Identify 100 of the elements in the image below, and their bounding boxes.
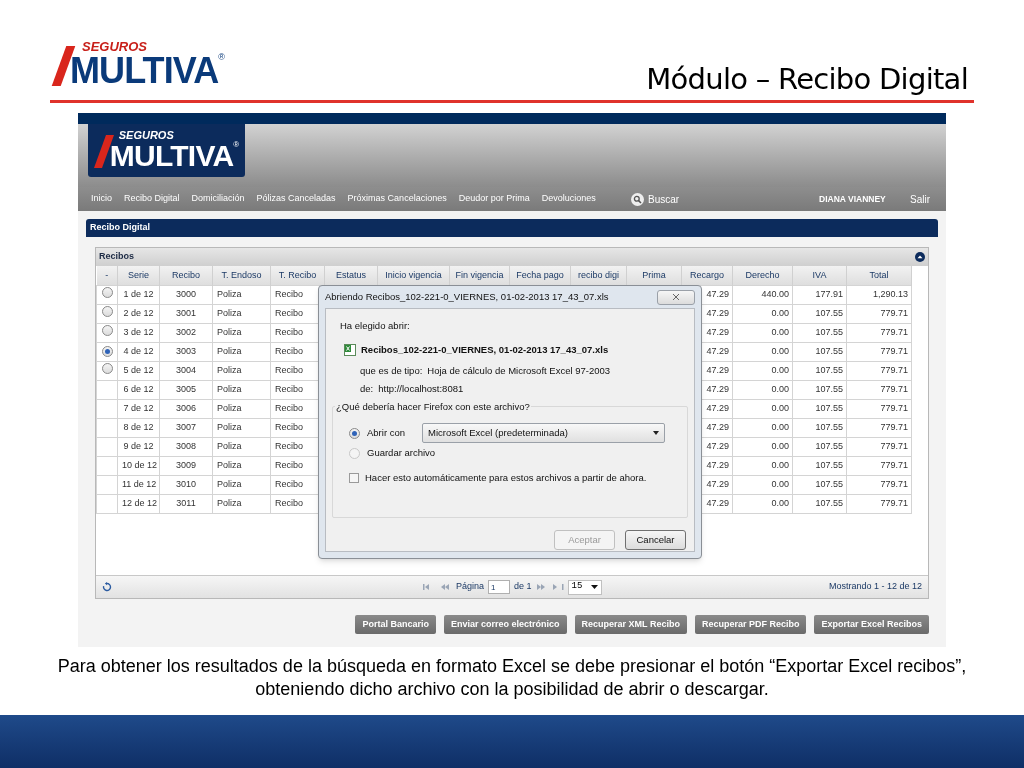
table-cell: 3 de 12 [117, 323, 160, 342]
nav-link[interactable]: Inicio [91, 192, 112, 206]
application-select[interactable]: Microsoft Excel (predeterminada) [422, 423, 665, 443]
caret-icon [590, 585, 598, 589]
column-header[interactable]: Inicio vigencia [385, 269, 442, 280]
table-cell: 0.00 [732, 418, 793, 437]
radio-button[interactable] [101, 362, 113, 374]
last-page-icon[interactable] [551, 583, 564, 591]
collapse-icon[interactable] [915, 252, 925, 262]
action-button[interactable]: Exportar Excel Recibos [814, 615, 929, 634]
radio-button[interactable] [101, 345, 113, 357]
table-cell: 3002 [159, 323, 213, 342]
search-icon[interactable] [631, 192, 644, 206]
table-cell: 440.00 [732, 285, 793, 304]
table-cell: 107.55 [792, 475, 847, 494]
logout-link[interactable]: Salir [910, 191, 930, 207]
column-header[interactable]: Recibo [172, 269, 200, 280]
table-cell: 0.00 [732, 456, 793, 475]
radio-button[interactable] [349, 447, 360, 459]
close-button[interactable] [657, 289, 695, 305]
column-header[interactable]: Derecho [745, 269, 780, 280]
table-cell: 3005 [159, 380, 213, 399]
table-cell: 3011 [159, 494, 213, 513]
column-header[interactable]: Prima [642, 269, 666, 280]
refresh-icon[interactable] [102, 582, 112, 592]
column-header[interactable]: Fin vigencia [455, 269, 504, 280]
table-cell: 177.91 [792, 285, 847, 304]
type-label: que es de tipo: [360, 363, 423, 378]
nav-link[interactable]: Próximas Cancelaciones [347, 192, 447, 206]
nav-link[interactable]: Devoluciones [541, 192, 596, 206]
table-cell: 3006 [159, 399, 213, 418]
source-url: http://localhost:8081 [378, 381, 464, 396]
nav-link[interactable]: Domiciliación [191, 192, 245, 206]
column-header[interactable]: Estatus [336, 269, 366, 280]
close-icon [672, 293, 680, 301]
table-cell: 779.71 [846, 399, 912, 418]
radio-button[interactable] [101, 324, 113, 336]
intro-text: Ha elegido abrir: [340, 319, 411, 333]
table-cell: Poliza [212, 361, 271, 380]
table-cell: 11 de 12 [117, 475, 160, 494]
user-name: DIANA VIANNEY [819, 192, 886, 206]
table-cell: 107.55 [792, 361, 847, 380]
column-header[interactable]: T. Recibo [278, 269, 317, 280]
table-cell: 0.00 [732, 323, 793, 342]
table-cell: 0.00 [732, 437, 793, 456]
column-header[interactable]: Fecha pago [516, 269, 564, 280]
page-count: de 1 [514, 580, 532, 594]
table-cell: 3007 [159, 418, 213, 437]
radio-button[interactable] [101, 286, 113, 298]
table-cell: 12 de 12 [117, 494, 160, 513]
table-cell: Poliza [212, 494, 271, 513]
table-cell: Poliza [212, 456, 271, 475]
column-header[interactable]: IVA [812, 269, 827, 280]
action-button[interactable]: Recuperar PDF Recibo [694, 615, 807, 634]
table-cell: 0.00 [732, 380, 793, 399]
table-cell: 3010 [159, 475, 213, 494]
file-name: Recibos_102-221-0_VIERNES, 01-02-2013 17_43_07.xls [361, 343, 609, 358]
action-button[interactable]: Enviar correo electrónico [444, 615, 567, 634]
checkbox-label: Hacer esto automáticamente para estos archivos a partir de ahora. [365, 471, 647, 485]
grid-title: Recibos [99, 250, 134, 264]
column-header[interactable]: Serie [128, 269, 149, 280]
table-cell: Poliza [212, 437, 271, 456]
action-button[interactable]: Recuperar XML Recibo [574, 615, 687, 634]
table-cell: 107.55 [792, 342, 847, 361]
table-cell: Poliza [212, 304, 271, 323]
column-header[interactable]: Recargo [690, 269, 724, 280]
table-cell: 779.71 [846, 437, 912, 456]
table-cell: 3008 [159, 437, 213, 456]
table-cell: 779.71 [846, 342, 912, 361]
table-cell: 0.00 [732, 342, 793, 361]
checkbox[interactable] [349, 473, 359, 484]
radio-button[interactable] [349, 427, 360, 439]
table-cell: Poliza [212, 285, 271, 304]
action-button[interactable]: Portal Bancario [355, 615, 436, 634]
table-cell: 7 de 12 [117, 399, 160, 418]
multiva-logo: SEGUROS MULTIVA® [50, 40, 227, 90]
nav-link[interactable]: Recibo Digital [124, 192, 180, 206]
table-cell: 3009 [159, 456, 213, 475]
table-cell: 779.71 [846, 475, 912, 494]
table-cell: 107.55 [792, 437, 847, 456]
column-header[interactable]: T. Endoso [221, 269, 262, 280]
nav-link[interactable]: Deudor por Prima [458, 192, 530, 206]
nav-link[interactable]: Pólizas Canceladas [256, 192, 336, 206]
column-header[interactable]: - [105, 269, 109, 280]
table-cell: 779.71 [846, 361, 912, 380]
table-cell: 779.71 [846, 494, 912, 513]
table-cell: Poliza [212, 475, 271, 494]
page-size-select[interactable]: 15 [567, 579, 602, 595]
radio-button[interactable] [101, 305, 113, 317]
table-cell: 3004 [159, 361, 213, 380]
page-input[interactable]: 1 [488, 580, 511, 594]
record-count: Mostrando 1 - 12 de 12 [828, 580, 922, 594]
dialog-button[interactable]: Cancelar [625, 530, 686, 550]
table-cell: 0.00 [732, 494, 793, 513]
table-cell: 10 de 12 [117, 456, 160, 475]
caret-icon [653, 431, 659, 435]
search-link[interactable]: Buscar [648, 191, 680, 207]
column-header[interactable]: Total [869, 269, 889, 280]
table-cell: 1,290.13 [846, 285, 912, 304]
column-header[interactable]: recibo digi [578, 269, 619, 280]
